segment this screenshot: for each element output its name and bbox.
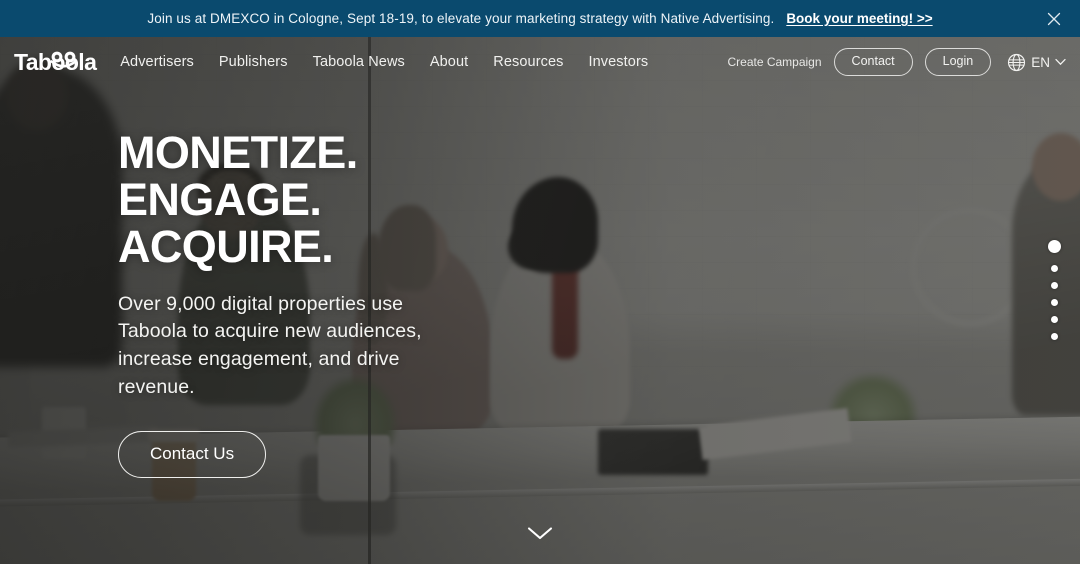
hero-headline-line-1: MONETIZE. — [118, 127, 358, 178]
carousel-dot-3[interactable] — [1051, 282, 1058, 289]
carousel-dot-4[interactable] — [1051, 299, 1058, 306]
scroll-down-button[interactable] — [520, 520, 560, 546]
nav-item-about[interactable]: About — [430, 54, 468, 70]
nav-item-taboola-news[interactable]: Taboola News — [313, 54, 405, 70]
chevron-down-icon — [527, 526, 553, 539]
hero-headline-line-2: ENGAGE. — [118, 174, 322, 226]
carousel-dot-1[interactable] — [1048, 240, 1061, 253]
book-meeting-link[interactable]: Book your meeting! >> — [786, 11, 932, 26]
nav-links: Advertisers Publishers Taboola News Abou… — [120, 54, 648, 70]
nav-item-advertisers[interactable]: Advertisers — [120, 54, 194, 70]
carousel-pagination — [1048, 240, 1061, 340]
hero-headline-line-3: ACQUIRE. — [118, 221, 334, 273]
carousel-dot-6[interactable] — [1051, 333, 1058, 340]
announcement-banner-text: Join us at DMEXCO in Cologne, Sept 18-19… — [147, 11, 775, 26]
taboola-logo[interactable]: Taboola — [14, 47, 97, 77]
nav-item-resources[interactable]: Resources — [493, 54, 563, 70]
nav-item-investors[interactable]: Investors — [589, 54, 649, 70]
announcement-banner-content: Join us at DMEXCO in Cologne, Sept 18-19… — [147, 11, 932, 26]
nav-item-publishers[interactable]: Publishers — [219, 54, 288, 70]
hero-subheadline: Over 9,000 digital properties use Tabool… — [118, 292, 422, 398]
contact-button[interactable]: Contact — [833, 48, 913, 76]
close-icon — [1047, 12, 1061, 25]
taboola-homepage: Join us at DMEXCO in Cologne, Sept 18-19… — [0, 0, 1080, 564]
contact-us-button[interactable]: Contact Us — [118, 431, 267, 478]
carousel-dot-5[interactable] — [1051, 316, 1058, 323]
main-navigation: Taboola Advertisers Publishers Taboola N… — [0, 37, 1080, 87]
language-code: EN — [1031, 54, 1050, 70]
banner-close-button[interactable] — [1042, 7, 1066, 31]
globe-icon — [1008, 53, 1026, 71]
nav-actions: Create Campaign Contact Login EN — [727, 48, 1066, 76]
create-campaign-link[interactable]: Create Campaign — [727, 55, 821, 69]
login-button[interactable]: Login — [924, 48, 992, 76]
hero-content: MONETIZE. ENGAGE. ACQUIRE. Over 9,000 di… — [118, 127, 538, 478]
chevron-down-icon — [1055, 58, 1066, 66]
taboola-smile-logo-icon — [50, 51, 77, 68]
carousel-dot-2[interactable] — [1051, 265, 1058, 272]
announcement-banner: Join us at DMEXCO in Cologne, Sept 18-19… — [0, 0, 1080, 37]
language-selector[interactable]: EN — [1007, 53, 1066, 72]
hero-headline: MONETIZE. ENGAGE. ACQUIRE. — [118, 127, 538, 273]
